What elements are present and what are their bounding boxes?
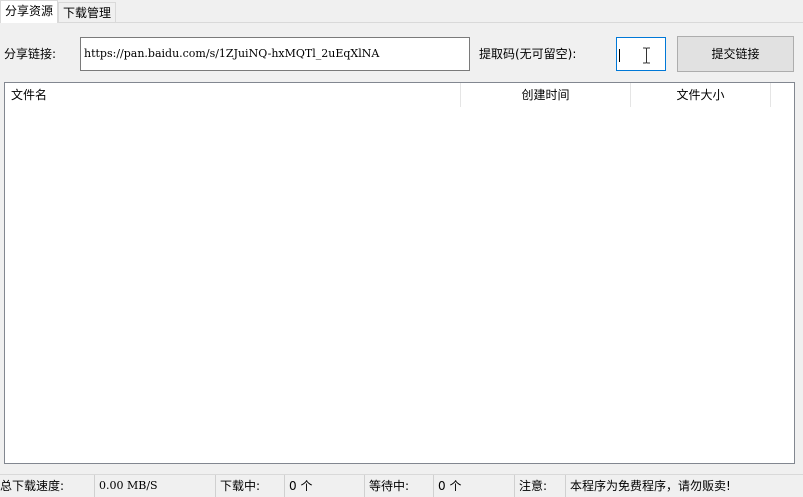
- tab-bar: 分享资源 下载管理: [0, 0, 803, 23]
- column-header-filename[interactable]: 文件名: [5, 83, 461, 107]
- submit-link-button[interactable]: 提交链接: [677, 36, 794, 72]
- share-link-label: 分享链接:: [4, 47, 57, 61]
- downloading-count: 0 个: [285, 475, 365, 497]
- extract-code-label: 提取码(无可留空):: [479, 47, 577, 61]
- file-list[interactable]: 文件名 创建时间 文件大小: [4, 82, 795, 464]
- tab-download-manager[interactable]: 下载管理: [58, 2, 116, 22]
- notice-text: 本程序为免费程序，请勿贩卖!: [570, 479, 731, 493]
- status-bar: 总下载速度: 0.00 MB/S 下载中: 0 个 等待中: 0 个 注意: 本…: [0, 474, 803, 497]
- share-link-input[interactable]: https://pan.baidu.com/s/1ZJuiNQ-hxMQTl_2…: [80, 37, 470, 71]
- column-header-file-size[interactable]: 文件大小: [631, 83, 771, 107]
- tab-share-resources[interactable]: 分享资源: [0, 0, 58, 23]
- column-header-filler: [771, 83, 794, 107]
- total-speed-value: 0.00 MB/S: [95, 475, 216, 497]
- waiting-label: 等待中:: [365, 475, 434, 497]
- total-speed-label: 总下载速度:: [0, 475, 95, 497]
- waiting-count: 0 个: [434, 475, 515, 497]
- file-list-header: 文件名 创建时间 文件大小: [5, 83, 794, 107]
- column-header-created-time[interactable]: 创建时间: [461, 83, 631, 107]
- text-caret: [619, 49, 620, 62]
- notice-label: 注意:: [515, 475, 566, 497]
- extract-code-input[interactable]: [616, 37, 666, 71]
- text-cursor-icon: [643, 47, 650, 64]
- downloading-label: 下载中:: [216, 475, 285, 497]
